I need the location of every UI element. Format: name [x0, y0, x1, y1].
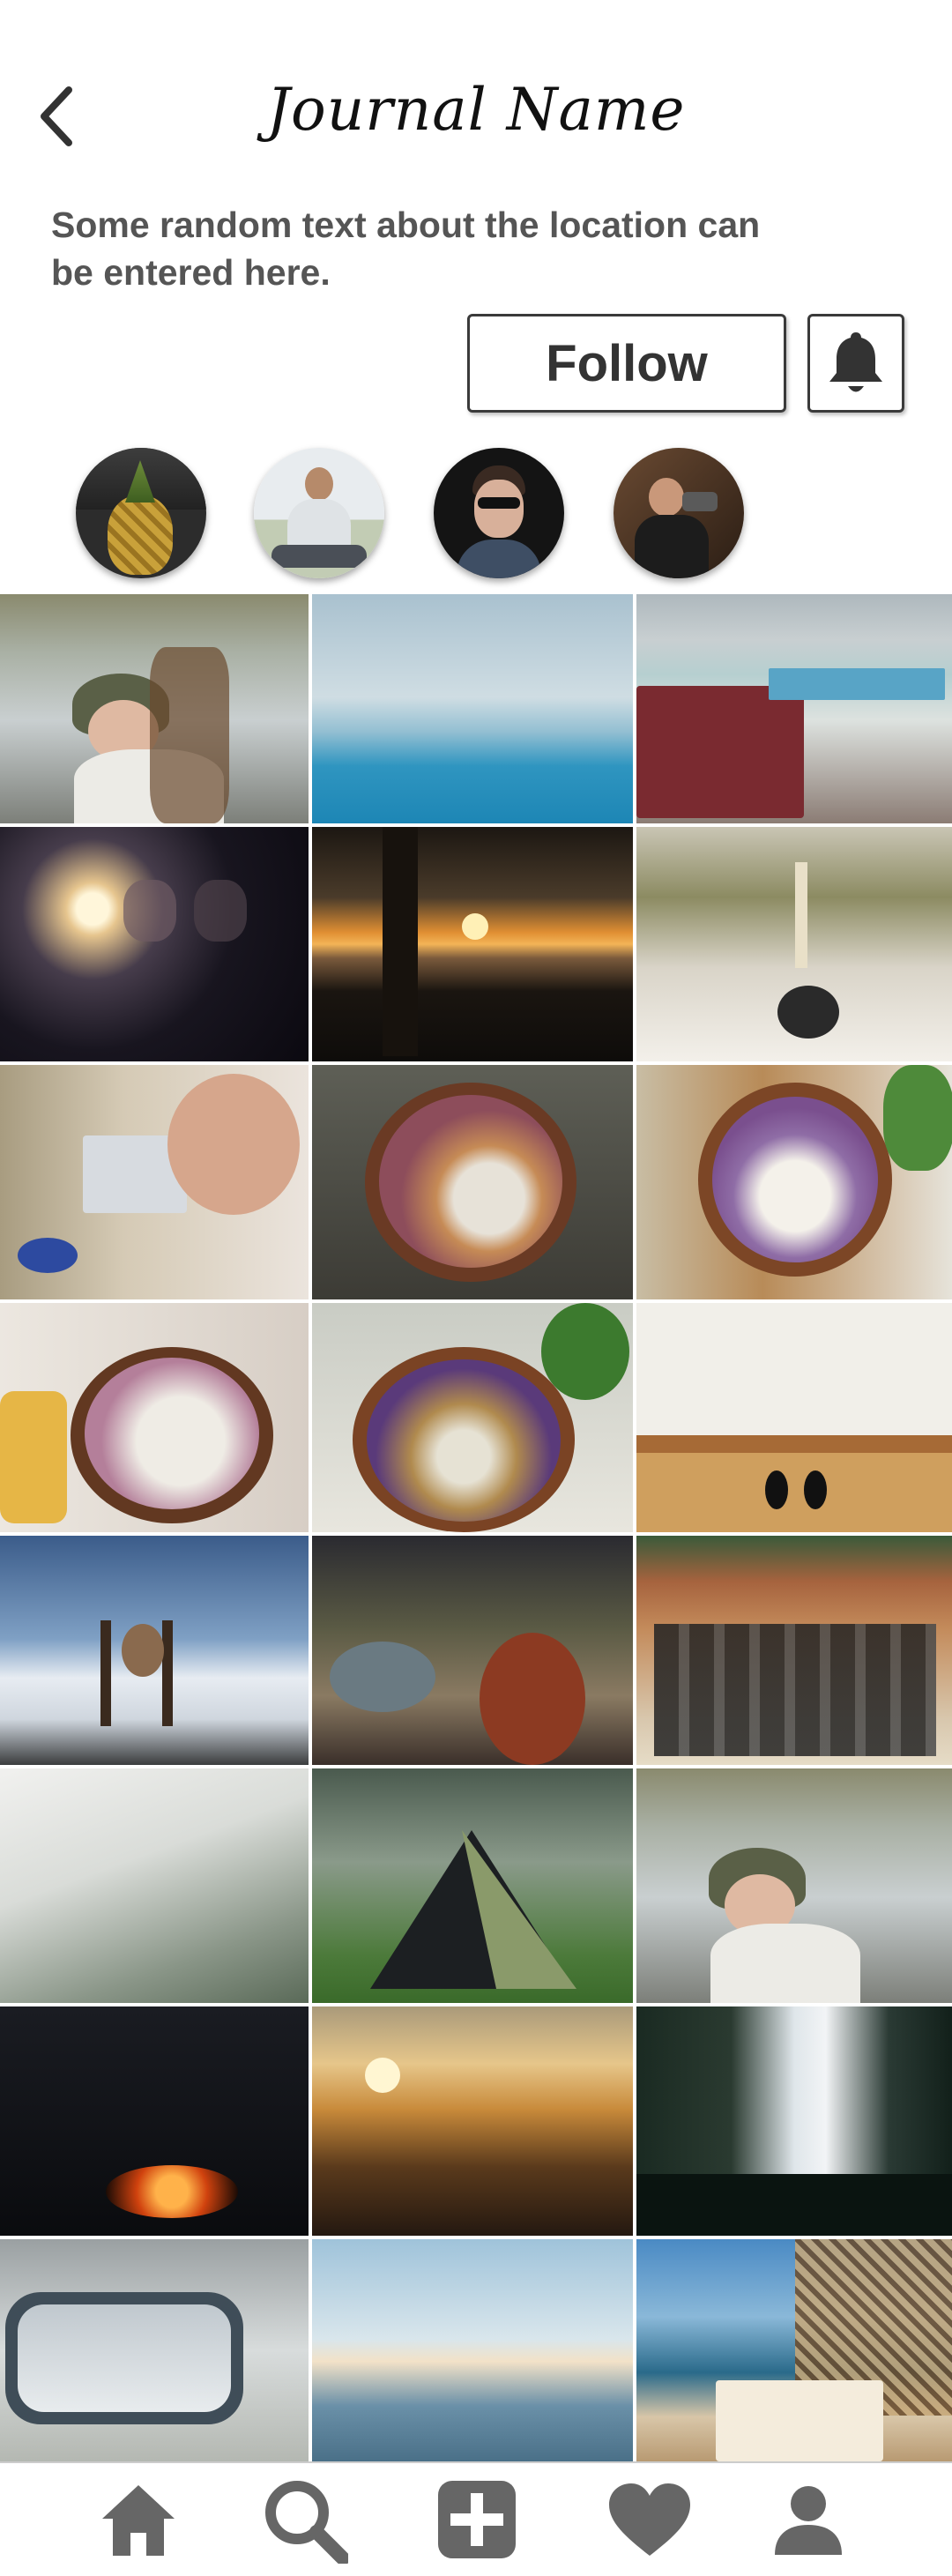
location-description: Some random text about the location can … [51, 205, 761, 293]
photo-thumbnail[interactable] [636, 2239, 952, 2461]
photo-thumbnail[interactable] [636, 1768, 952, 2003]
heart-icon [609, 2483, 690, 2556]
header: Journal Name [0, 0, 952, 194]
photo-thumbnail[interactable] [636, 594, 952, 823]
tab-search[interactable] [256, 2475, 353, 2564]
notifications-button[interactable] [807, 314, 904, 413]
photo-thumbnail[interactable] [312, 1065, 633, 1299]
photo-thumbnail[interactable] [312, 1303, 633, 1532]
tab-favorites[interactable] [601, 2475, 698, 2564]
photo-thumbnail[interactable] [0, 1768, 309, 2003]
photo-thumbnail[interactable] [0, 1065, 309, 1299]
tab-home[interactable] [90, 2475, 187, 2564]
photo-thumbnail[interactable] [312, 827, 633, 1061]
photo-thumbnail[interactable] [312, 2006, 633, 2236]
photo-thumbnail[interactable] [636, 827, 952, 1061]
contributor-avatar[interactable] [434, 448, 564, 578]
photo-grid [0, 594, 952, 2461]
photo-thumbnail[interactable] [312, 2239, 633, 2461]
photo-thumbnail[interactable] [636, 1065, 952, 1299]
contributor-avatar[interactable] [76, 448, 206, 578]
photo-thumbnail[interactable] [0, 1303, 309, 1532]
journal-title: Journal Name [266, 76, 686, 144]
photo-thumbnail[interactable] [636, 1536, 952, 1765]
add-icon [438, 2481, 516, 2558]
photo-thumbnail[interactable] [0, 2239, 309, 2461]
tab-add[interactable] [428, 2475, 525, 2564]
photo-thumbnail[interactable] [636, 1303, 952, 1532]
photo-thumbnail[interactable] [636, 2006, 952, 2236]
contributor-avatar[interactable] [254, 448, 384, 578]
photo-thumbnail[interactable] [0, 827, 309, 1061]
photo-thumbnail[interactable] [0, 2006, 309, 2236]
photo-thumbnail[interactable] [312, 594, 633, 823]
tab-profile[interactable] [760, 2475, 857, 2564]
search-icon [265, 2481, 348, 2564]
follow-button[interactable]: Follow [467, 314, 786, 413]
home-icon [102, 2485, 175, 2556]
photo-thumbnail[interactable] [312, 1768, 633, 2003]
bottom-tab-bar [0, 2461, 952, 2576]
photo-thumbnail[interactable] [0, 594, 309, 823]
bell-icon [829, 332, 882, 392]
photo-thumbnail[interactable] [0, 1536, 309, 1765]
contributor-avatar[interactable] [614, 448, 744, 578]
photo-thumbnail[interactable] [312, 1536, 633, 1765]
profile-icon [775, 2486, 842, 2555]
